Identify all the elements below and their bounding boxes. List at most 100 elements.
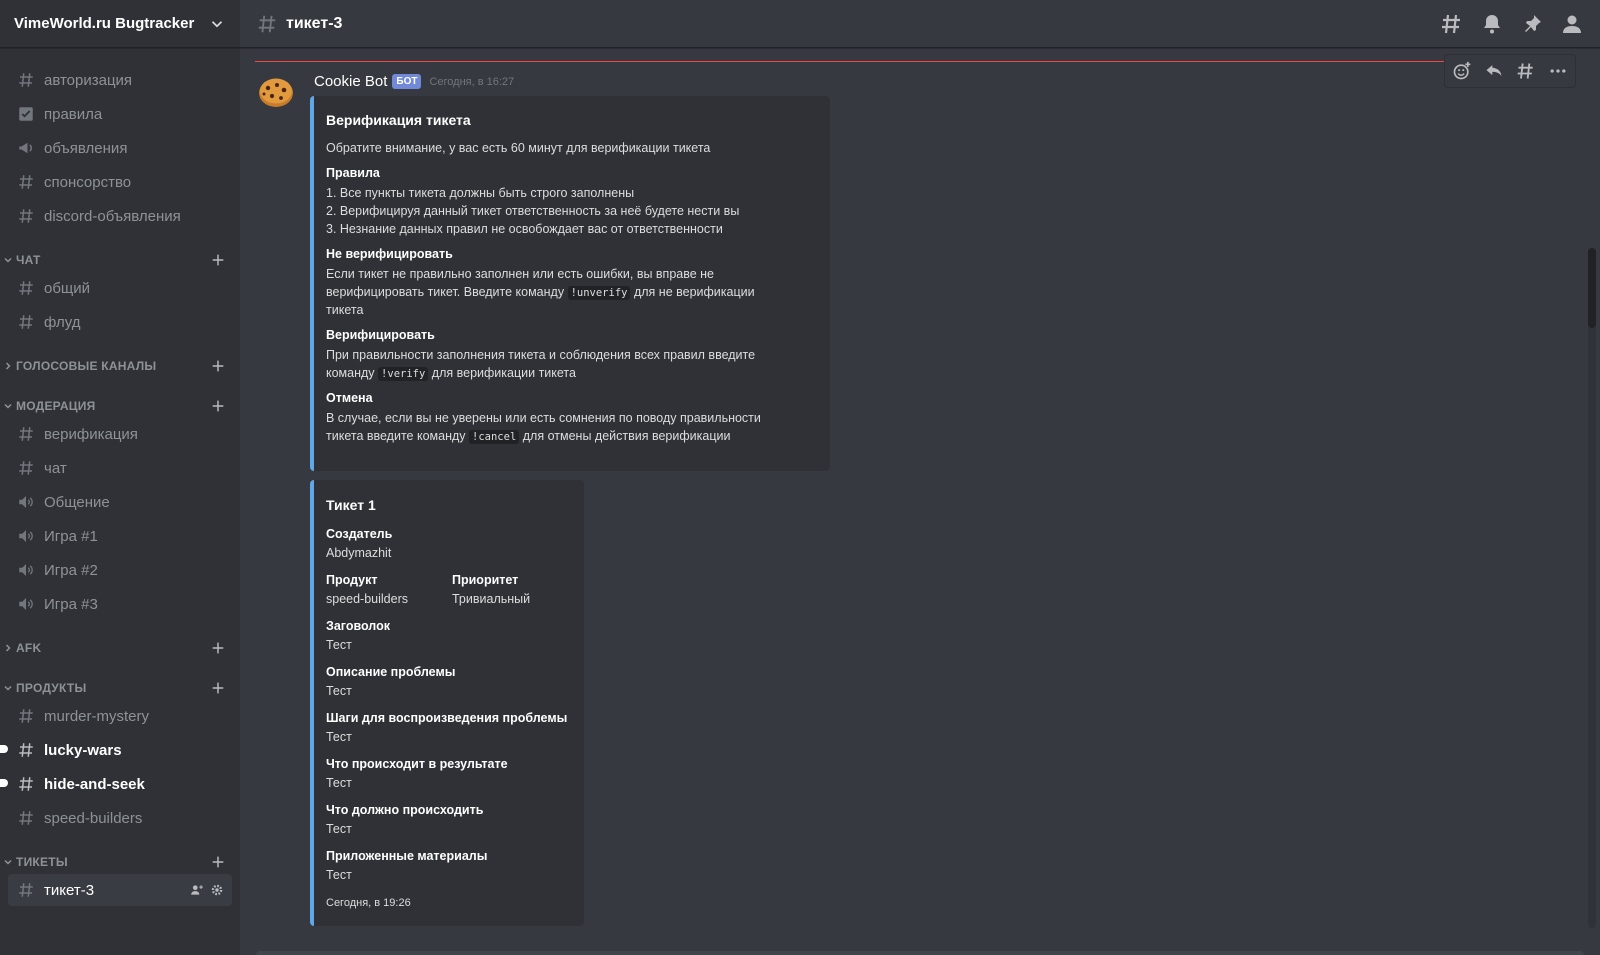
channel-title: тикет-3 bbox=[286, 14, 343, 32]
voice-channel-item[interactable]: Общение bbox=[8, 486, 232, 518]
field-value-line: Если тикет не правильно заполнен или ест… bbox=[326, 267, 715, 281]
add-channel-icon[interactable] bbox=[210, 640, 226, 656]
channel-item[interactable]: speed-builders bbox=[8, 802, 232, 834]
hash-icon bbox=[16, 808, 36, 828]
category-label: ПРОДУКТЫ bbox=[16, 681, 87, 695]
channel-label: Общение bbox=[44, 493, 110, 511]
category-label: ГОЛОСОВЫЕ КАНАЛЫ bbox=[16, 359, 157, 373]
create-thread-button[interactable] bbox=[1513, 58, 1539, 84]
more-icon bbox=[1550, 69, 1566, 73]
field-value-result: Тест bbox=[326, 776, 352, 790]
invite-member-icon[interactable] bbox=[190, 883, 204, 897]
channel-item[interactable]: флуд bbox=[8, 306, 232, 338]
field-value-steps: Тест bbox=[326, 730, 352, 744]
chevron-down-icon bbox=[4, 859, 12, 865]
add-channel-icon[interactable] bbox=[210, 680, 226, 696]
member-list-icon[interactable] bbox=[1560, 12, 1584, 36]
command-verify: !verify bbox=[378, 367, 429, 381]
unread-indicator bbox=[0, 779, 8, 787]
field-value-line: тикета введите команду !cancel для отмен… bbox=[326, 427, 730, 446]
discord-app: VimeWorld.ru Bugtracker авторизация прав… bbox=[0, 0, 1600, 955]
rule-line: 2. Верифицируя данный тикет ответственно… bbox=[326, 204, 740, 218]
category-label: МОДЕРАЦИЯ bbox=[16, 399, 96, 413]
hash-icon bbox=[16, 774, 36, 794]
message-header: Cookie Bot БОТ Сегодня, в 16:27 bbox=[314, 73, 514, 90]
field-name-verify: Верифицировать bbox=[326, 328, 435, 342]
author-name[interactable]: Cookie Bot bbox=[314, 73, 387, 90]
category-voice[interactable]: ГОЛОСОВЫЕ КАНАЛЫ bbox=[0, 354, 240, 378]
channel-item[interactable]: верификация bbox=[8, 418, 232, 450]
category-chat[interactable]: ЧАТ bbox=[0, 248, 240, 272]
message-timestamp: Сегодня, в 16:27 bbox=[429, 75, 515, 88]
speaker-icon bbox=[16, 594, 36, 614]
add-channel-icon[interactable] bbox=[210, 358, 226, 374]
channel-item[interactable]: спонсорство bbox=[8, 166, 232, 198]
text-segment: верифицировать тикет. Введите команду bbox=[326, 285, 565, 299]
text-segment: для не верификации bbox=[633, 285, 755, 299]
voice-channel-item[interactable]: Игра #1 bbox=[8, 520, 232, 552]
text-segment: команду bbox=[326, 366, 375, 380]
speaker-icon bbox=[16, 492, 36, 512]
channel-item[interactable]: авторизация bbox=[8, 64, 232, 96]
category-label: ТИКЕТЫ bbox=[16, 855, 68, 869]
channel-item[interactable]: discord-объявления bbox=[8, 200, 232, 232]
bell-icon[interactable] bbox=[1480, 12, 1504, 36]
hash-icon bbox=[16, 458, 36, 478]
text-segment: для верификации тикета bbox=[431, 366, 576, 380]
voice-channel-item[interactable]: Игра #2 bbox=[8, 554, 232, 586]
channel-item[interactable]: чат bbox=[8, 452, 232, 484]
channel-item[interactable]: правила bbox=[8, 98, 232, 130]
channel-item[interactable]: объявления bbox=[8, 132, 232, 164]
channel-label: верификация bbox=[44, 425, 138, 443]
scrollbar-track[interactable] bbox=[1588, 248, 1596, 928]
channel-item[interactable]: общий bbox=[8, 272, 232, 304]
channel-label: общий bbox=[44, 279, 91, 297]
hash-icon bbox=[16, 206, 36, 226]
field-name-subject: Заговолок bbox=[326, 619, 390, 633]
field-value-line: тикета bbox=[326, 303, 364, 317]
more-options-button[interactable] bbox=[1545, 58, 1571, 84]
message-composer-edge bbox=[256, 951, 1584, 955]
voice-channel-item[interactable]: Игра #3 bbox=[8, 588, 232, 620]
category-afk[interactable]: AFK bbox=[0, 636, 240, 660]
field-name-creator: Создатель bbox=[326, 527, 393, 541]
hash-icon bbox=[16, 424, 36, 444]
field-value-expected: Тест bbox=[326, 822, 352, 836]
pin-icon[interactable] bbox=[1520, 12, 1544, 36]
gear-icon[interactable] bbox=[210, 883, 224, 897]
category-products[interactable]: ПРОДУКТЫ bbox=[0, 676, 240, 700]
channel-item-selected[interactable]: тикет-3 bbox=[8, 874, 232, 906]
cookie-avatar[interactable] bbox=[256, 72, 296, 112]
field-value-subject: Тест bbox=[326, 638, 352, 652]
hash-icon bbox=[16, 880, 36, 900]
ticket-embed: Тикет 1 Создатель Abdymazhit Продукт spe… bbox=[310, 480, 584, 926]
message-area: Cookie Bot БОТ Сегодня, в 16:27 Верифика… bbox=[240, 48, 1600, 955]
add-channel-icon[interactable] bbox=[210, 854, 226, 870]
channel-label: speed-builders bbox=[44, 809, 143, 827]
add-reaction-button[interactable] bbox=[1449, 58, 1475, 84]
channel-label: флуд bbox=[44, 313, 81, 331]
embed-description: Обратите внимание, у вас есть 60 минут д… bbox=[326, 141, 711, 155]
channel-sidebar: VimeWorld.ru Bugtracker авторизация прав… bbox=[0, 0, 240, 955]
category-tickets[interactable]: ТИКЕТЫ bbox=[0, 850, 240, 874]
channel-label: авторизация bbox=[44, 71, 133, 89]
embed-footer: Сегодня, в 19:26 bbox=[326, 897, 411, 909]
channel-item-unread[interactable]: hide-and-seek bbox=[0, 768, 232, 800]
guild-header[interactable]: VimeWorld.ru Bugtracker bbox=[0, 0, 240, 48]
field-value-product: speed-builders bbox=[326, 592, 408, 606]
channel-item[interactable]: murder-mystery bbox=[8, 700, 232, 732]
hash-icon bbox=[16, 278, 36, 298]
unread-indicator bbox=[0, 745, 8, 753]
add-channel-icon[interactable] bbox=[210, 398, 226, 414]
channel-list: авторизация правила объявления спонсорст… bbox=[0, 48, 240, 906]
category-moderation[interactable]: МОДЕРАЦИЯ bbox=[0, 394, 240, 418]
field-name-expected: Что должно происходить bbox=[326, 803, 484, 817]
hash-icon bbox=[16, 70, 36, 90]
threads-icon[interactable] bbox=[1440, 12, 1464, 36]
scrollbar-thumb[interactable] bbox=[1588, 248, 1596, 328]
field-value-line: верифицировать тикет. Введите команду !u… bbox=[326, 283, 755, 302]
channel-item-unread[interactable]: lucky-wars bbox=[0, 734, 232, 766]
add-channel-icon[interactable] bbox=[210, 252, 226, 268]
field-name-rules: Правила bbox=[326, 166, 380, 180]
reply-button[interactable] bbox=[1481, 58, 1507, 84]
